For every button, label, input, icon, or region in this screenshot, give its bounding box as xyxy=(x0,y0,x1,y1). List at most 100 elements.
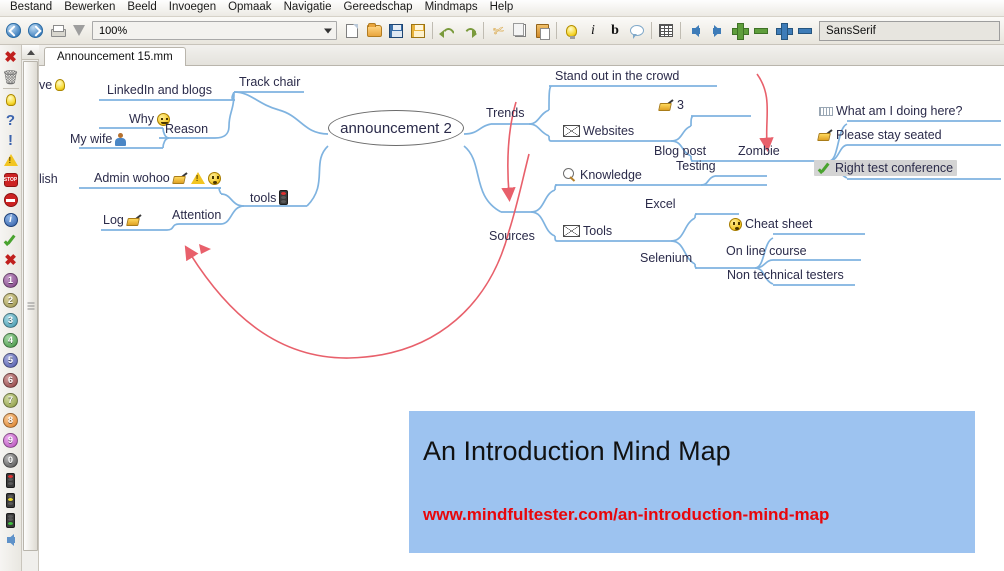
node-label: Attention xyxy=(172,208,222,222)
node-label: Admin wohoo xyxy=(94,171,170,185)
node-non-technical-testers: Non technical testers xyxy=(727,268,844,282)
red-x-icon[interactable]: ✖ xyxy=(1,250,21,270)
number-0-icon[interactable]: 0 xyxy=(1,450,21,470)
node-label: Stand out in the crowd xyxy=(555,69,680,83)
menu-help[interactable]: Help xyxy=(484,0,520,16)
scrollbar-thumb[interactable] xyxy=(23,61,38,551)
warning-triangle-icon xyxy=(190,172,205,184)
toolbar-separator xyxy=(556,22,557,39)
print-icon[interactable] xyxy=(47,20,67,42)
info-icon[interactable]: i xyxy=(1,210,21,230)
zoom-in-blue-icon[interactable] xyxy=(773,20,793,42)
menu-bestand[interactable]: Bestand xyxy=(4,0,58,16)
node-label: Testing xyxy=(676,159,716,173)
banner-url[interactable]: www.mindfultester.com/an-introduction-mi… xyxy=(423,505,975,525)
toolbar-separator xyxy=(432,22,433,39)
zoom-combobox[interactable]: 100% xyxy=(92,21,337,40)
forward-icon[interactable] xyxy=(25,20,45,42)
undo-icon[interactable] xyxy=(437,20,457,42)
open-folder-icon[interactable] xyxy=(364,20,384,42)
no-entry-icon[interactable] xyxy=(1,190,21,210)
menu-invoegen[interactable]: Invoegen xyxy=(163,0,222,16)
font-family-field[interactable]: SansSerif xyxy=(819,20,1000,41)
trash-icon[interactable]: 🗑 xyxy=(1,67,21,87)
paste-icon[interactable] xyxy=(532,20,552,42)
exclamation-mark-icon[interactable]: ! xyxy=(1,130,21,150)
tab-announcement-15[interactable]: Announcement 15.mm xyxy=(44,47,186,66)
node-stand-out-in-the-crowd: Stand out in the crowd xyxy=(555,69,679,83)
question-mark-icon[interactable]: ? xyxy=(1,110,21,130)
bold-icon[interactable]: b xyxy=(605,20,625,42)
italic-icon[interactable]: i xyxy=(583,20,603,42)
stop-sign-icon[interactable]: STOP xyxy=(1,170,21,190)
green-check-icon[interactable] xyxy=(1,230,21,250)
main-toolbar: 100% ✄ i b SansSerif xyxy=(0,17,1004,45)
menu-navigatie[interactable]: Navigatie xyxy=(278,0,338,16)
menu-gereedschap[interactable]: Gereedschap xyxy=(338,0,419,16)
filter-icon[interactable] xyxy=(69,20,89,42)
redo-icon[interactable] xyxy=(459,20,479,42)
node-right-test-conference: Right test conference xyxy=(814,160,958,176)
idea-bulb-icon[interactable] xyxy=(561,20,581,42)
scroll-up-button[interactable] xyxy=(22,45,39,60)
broom-icon xyxy=(659,99,674,111)
node-label: Tools xyxy=(583,224,613,238)
number-5-icon[interactable]: 5 xyxy=(1,350,21,370)
back-icon[interactable] xyxy=(3,20,23,42)
arrow-left-icon[interactable] xyxy=(685,20,705,42)
red-cross-icon[interactable]: ✖ xyxy=(1,47,21,67)
menu-opmaak[interactable]: Opmaak xyxy=(222,0,277,16)
node-please-stay-seated: Please stay seated xyxy=(818,128,942,142)
save-all-icon[interactable] xyxy=(408,20,428,42)
vertical-scrollbar[interactable] xyxy=(22,45,39,571)
number-8-icon[interactable]: 8 xyxy=(1,410,21,430)
number-1-icon[interactable]: 1 xyxy=(1,270,21,290)
bulb-icon[interactable] xyxy=(1,90,21,110)
scrollbar-grip-icon xyxy=(27,302,34,310)
rail-separator xyxy=(2,88,19,89)
number-7-icon[interactable]: 7 xyxy=(1,390,21,410)
note-cloud-icon[interactable] xyxy=(627,20,647,42)
menu-bewerken[interactable]: Bewerken xyxy=(58,0,121,16)
node-track-chair: Track chair xyxy=(239,75,300,89)
cut-icon[interactable]: ✄ xyxy=(488,20,508,42)
warning-triangle-icon[interactable] xyxy=(1,150,21,170)
number-3-icon[interactable]: 3 xyxy=(1,310,21,330)
menu-beeld[interactable]: Beeld xyxy=(121,0,162,16)
new-document-icon[interactable] xyxy=(342,20,362,42)
node-tools-left: tools xyxy=(250,190,289,205)
blue-back-arrow-icon[interactable] xyxy=(1,530,21,550)
arrow-right-icon[interactable] xyxy=(707,20,727,42)
menu-mindmaps[interactable]: Mindmaps xyxy=(419,0,484,16)
node-label: Please stay seated xyxy=(836,128,942,142)
save-icon[interactable] xyxy=(386,20,406,42)
copy-icon[interactable] xyxy=(510,20,530,42)
mindmap-application-window: Bestand Bewerken Beeld Invoegen Opmaak N… xyxy=(0,0,1004,571)
traffic-light-green-icon[interactable] xyxy=(1,510,21,530)
number-6-icon[interactable]: 6 xyxy=(1,370,21,390)
node-label: Reason xyxy=(165,122,209,136)
node-websites: Websites xyxy=(563,124,634,138)
node-clipped-left-bottom: lish xyxy=(39,172,58,186)
node-label: Trends xyxy=(486,106,525,120)
node-what-am-i-doing-here: What am I doing here? xyxy=(819,104,962,118)
zoom-out-green-icon[interactable] xyxy=(751,20,771,42)
traffic-light-yellow-icon[interactable] xyxy=(1,490,21,510)
node-label: Excel xyxy=(645,197,676,211)
node-log: Log xyxy=(103,213,142,227)
chevron-down-icon[interactable] xyxy=(324,28,332,33)
table-icon[interactable] xyxy=(656,20,676,42)
broom-icon xyxy=(818,129,833,141)
number-2-icon[interactable]: 2 xyxy=(1,290,21,310)
node-label: Why xyxy=(129,112,154,126)
traffic-light-red-icon[interactable] xyxy=(1,470,21,490)
node-cheat-sheet: Cheat sheet xyxy=(729,217,812,231)
root-node-label: announcement 2 xyxy=(340,119,452,137)
number-9-icon[interactable]: 9 xyxy=(1,430,21,450)
green-check-icon xyxy=(818,162,832,175)
zoom-in-green-icon[interactable] xyxy=(729,20,749,42)
node-label: tools xyxy=(250,190,277,205)
node-attention: Attention xyxy=(172,208,221,222)
number-4-icon[interactable]: 4 xyxy=(1,330,21,350)
zoom-out-blue-icon[interactable] xyxy=(795,20,815,42)
